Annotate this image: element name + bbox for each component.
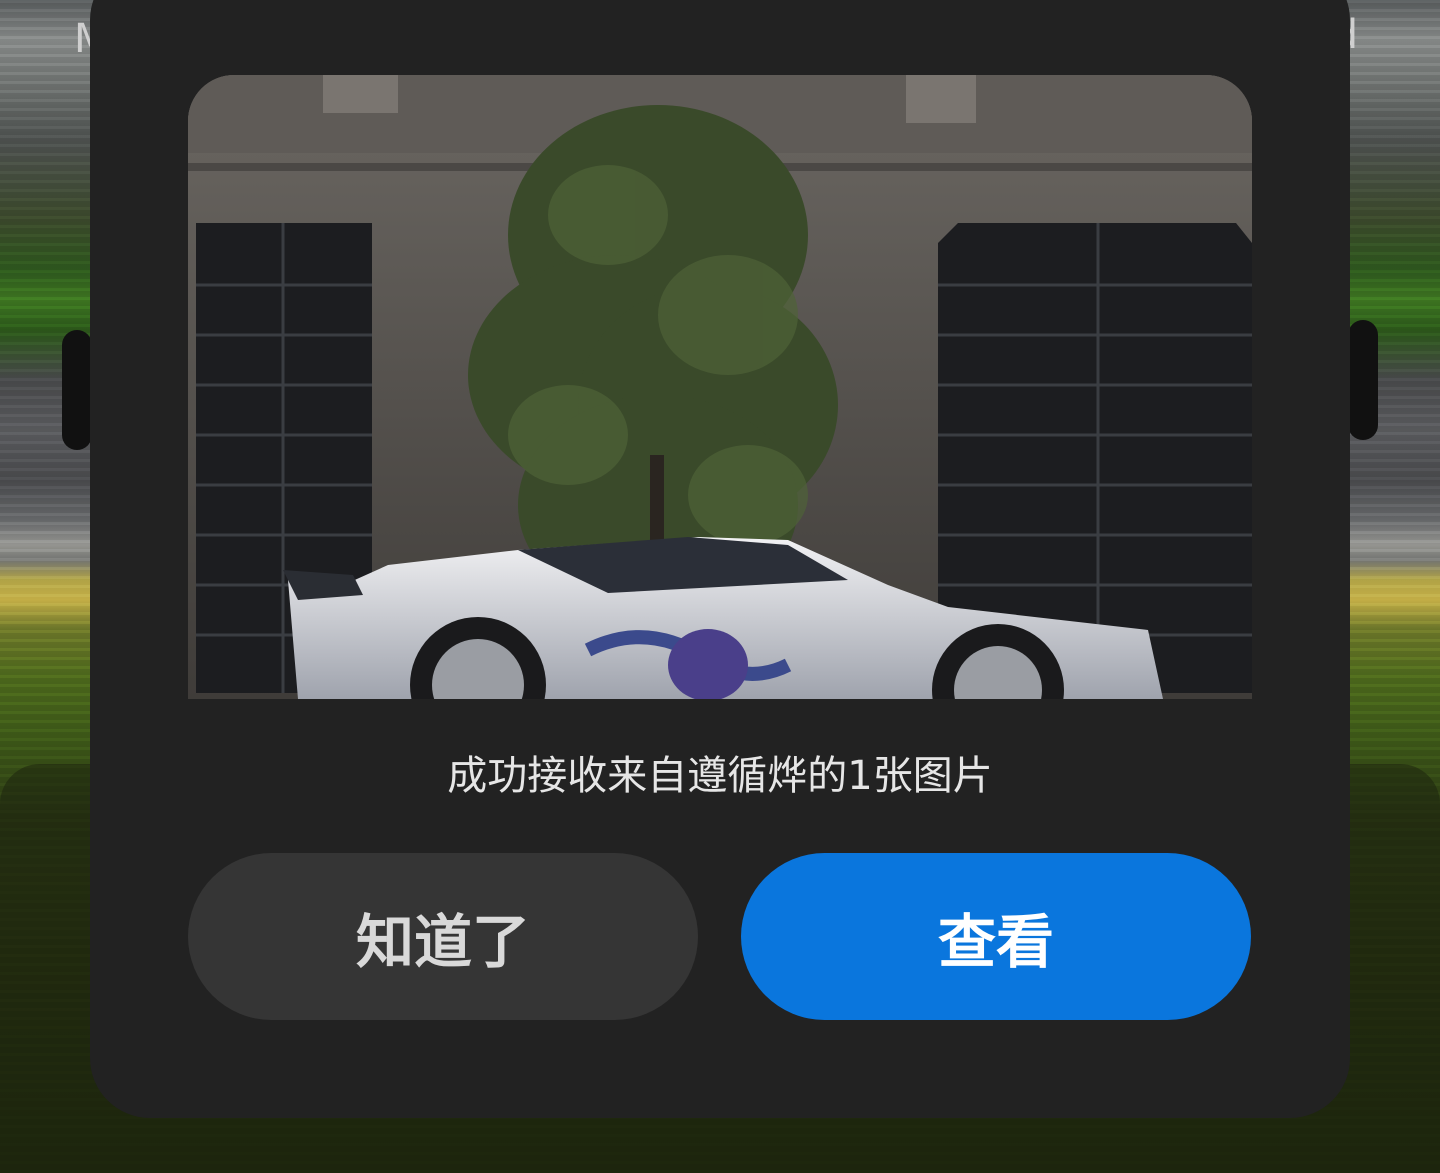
- dismiss-button[interactable]: 知道了: [188, 853, 698, 1020]
- receive-image-dialog: 成功接收来自遵循烨的1张图片 知道了 查看: [90, 0, 1350, 1118]
- received-image-preview[interactable]: [188, 75, 1252, 699]
- game-screen: M d: [0, 0, 1440, 1173]
- background-control-left: [62, 330, 92, 450]
- car-photo-image: [188, 75, 1252, 699]
- receive-success-message: 成功接收来自遵循烨的1张图片: [447, 753, 993, 799]
- view-button[interactable]: 查看: [741, 853, 1251, 1020]
- background-control-right: [1348, 320, 1378, 440]
